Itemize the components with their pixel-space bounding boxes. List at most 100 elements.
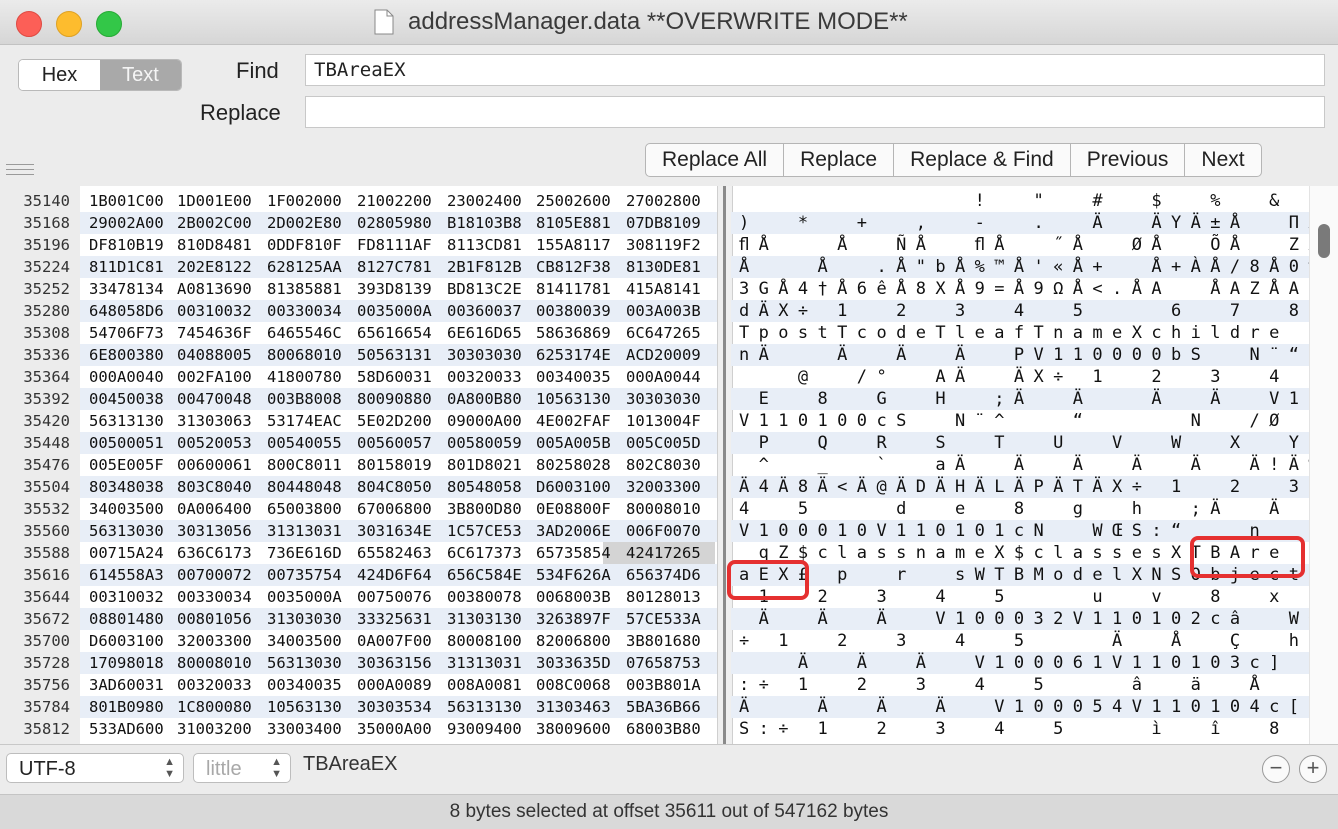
hex-cell[interactable]: 81385881 [267, 278, 342, 300]
hex-cell[interactable]: 0A007F00 [357, 630, 432, 652]
encoding-select[interactable]: UTF-8 ▲ ▼ [6, 753, 184, 783]
hex-cell[interactable]: 393D8139 [357, 278, 432, 300]
hex-cell[interactable]: 6E800380 [89, 344, 164, 366]
hex-row[interactable]: 648058D6 00310032 00330034 0035000A 00360037… [80, 300, 717, 322]
hex-cell[interactable]: 02805980 [357, 212, 432, 234]
hex-cell[interactable]: 3AD2006E [536, 520, 611, 542]
hex-cell[interactable]: CB812F38 [536, 256, 611, 278]
hex-cell[interactable]: 533AD600 [89, 718, 164, 740]
hex-cell[interactable]: 614558A3 [89, 564, 164, 586]
hex-cell[interactable]: 4E002FAF [536, 410, 611, 432]
hex-cell[interactable]: 38009600 [536, 718, 611, 740]
hex-cell[interactable]: 424D6F64 [357, 564, 432, 586]
text-cell[interactable]: ÷ 1 2 3 4 5 Ä Å Ç h ;Ä [739, 630, 1338, 652]
hex-cell[interactable]: 656374D6 [626, 564, 701, 586]
hex-row[interactable]: 801B0980 1C800080 10563130 30303534 56313130… [80, 696, 717, 718]
scroll-thumb[interactable] [1318, 224, 1330, 258]
hex-cell[interactable]: 00750076 [357, 586, 432, 608]
hex-row[interactable]: 33478134 A0813690 81385881 393D8139 BD813C2E… [80, 278, 717, 300]
hex-row[interactable]: 000A0040 002FA100 41800780 58D60031 00320033… [80, 366, 717, 388]
hex-cell[interactable]: 636C6173 [177, 542, 252, 564]
hex-row[interactable]: 614558A3 00700072 00735754 424D6F64 656C584E… [80, 564, 717, 586]
hex-cell[interactable]: FD8111AF [357, 234, 432, 256]
hex-row[interactable]: 00715A24 636C6173 736E616D 65582463 6C617373… [80, 542, 717, 564]
hex-row[interactable]: D6003100 32003300 34003500 0A007F00 80008100… [80, 630, 717, 652]
text-cell[interactable]: dÄX÷ 1 2 3 4 5 6 7 8 9 : ; [739, 300, 1338, 322]
hex-cell[interactable]: 8127C781 [357, 256, 432, 278]
hex-cell[interactable]: 811D1C81 [89, 256, 164, 278]
hex-cell[interactable]: 3B800D80 [447, 498, 522, 520]
text-row[interactable]: 4 5 d e 8 g h ;Ä Ä Ä Ä [731, 498, 1309, 520]
hex-row[interactable]: 34003500 0A006400 65003800 67006800 3B800D80… [80, 498, 717, 520]
replace-and-find-button[interactable]: Replace & Find [894, 144, 1071, 176]
hex-cell[interactable]: 31313031 [267, 520, 342, 542]
hex-cell[interactable]: 82006800 [536, 630, 611, 652]
hex-cell[interactable]: 005E005F [89, 454, 164, 476]
hex-cell[interactable]: 803C8040 [177, 476, 252, 498]
text-row[interactable]: Ä Ä Ä V100032V110102câ WŒS: [731, 608, 1338, 630]
hex-cell[interactable]: 0068003B [536, 586, 611, 608]
text-cell[interactable]: S:÷ 1 2 3 4 5 ì î 8 ñ h ;Ä [739, 718, 1338, 740]
text-row[interactable]: Ä Ä Ä V100061V110103c] eáS [731, 652, 1338, 674]
hex-cell[interactable]: 00310032 [89, 586, 164, 608]
hex-cell[interactable]: 804C8050 [357, 476, 432, 498]
hex-cell[interactable]: 80448048 [267, 476, 342, 498]
hex-cell[interactable]: 800C8011 [267, 454, 342, 476]
text-cell[interactable]: Ä4Ä8Ä<Ä@ÄDÄHÄLÄPÄTÄX÷ 1 2 3 [739, 476, 1308, 498]
hex-cell[interactable]: 648058D6 [89, 300, 164, 322]
hex-cell[interactable]: 65003800 [267, 498, 342, 520]
hex-cell[interactable]: 80090880 [357, 388, 432, 410]
text-cell[interactable]: TpostTcodeTleafTnameXchildre [739, 322, 1289, 344]
hex-row[interactable]: 54706F73 7454636F 6465546C 65616654 6E616D65… [80, 322, 717, 344]
hex-cell[interactable]: 8130DE81 [626, 256, 701, 278]
hex-cell[interactable]: 00330034 [177, 586, 252, 608]
hex-cell[interactable]: 1013004F [626, 410, 701, 432]
hex-cell[interactable]: 00360037 [447, 300, 522, 322]
hex-cell[interactable]: 00560057 [357, 432, 432, 454]
hex-cell[interactable]: 8113CD81 [447, 234, 522, 256]
hex-cell[interactable]: 003B8008 [267, 388, 342, 410]
hex-cell[interactable]: 6465546C [267, 322, 342, 344]
hex-cell[interactable]: 00330034 [267, 300, 342, 322]
hex-cell[interactable]: 32003300 [177, 630, 252, 652]
hex-cell[interactable]: 656C584E [447, 564, 522, 586]
text-row[interactable]: ^ _ ` aÄ Ä Ä Ä Ä Ä!Ä%Ä(Ä,Ä0 [731, 454, 1338, 476]
hex-cell[interactable]: 07658753 [626, 652, 701, 674]
hex-cell[interactable]: 003B801A [626, 674, 701, 696]
hex-cell[interactable]: 10563130 [536, 388, 611, 410]
hex-cell[interactable]: 04088005 [177, 344, 252, 366]
hex-row[interactable]: 00500051 00520053 00540055 00560057 00580059… [80, 432, 717, 454]
hex-cell[interactable]: 005C005D [626, 432, 701, 454]
hex-cell[interactable]: 34003500 [89, 498, 164, 520]
text-column[interactable]: ! " # $ % & ' () * + , - . Ä ÄYÄ±Å ΠÅ ËÅ… [731, 186, 1338, 744]
hex-cell[interactable]: 155A8117 [536, 234, 611, 256]
hex-cell[interactable]: D6003100 [536, 476, 611, 498]
hex-cell[interactable]: 21002200 [357, 190, 432, 212]
text-cell[interactable]: ) * + , - . Ä ÄYÄ±Å ΠÅ ËÅ €Å [739, 212, 1338, 234]
hex-cell[interactable]: D6003100 [89, 630, 164, 652]
hex-cell[interactable]: 00380078 [447, 586, 522, 608]
hex-cell[interactable]: 31303030 [267, 608, 342, 630]
text-row[interactable]: nÄ Ä Ä Ä PV110000bS N¨“ [731, 344, 1309, 366]
hex-cell[interactable]: 00801056 [177, 608, 252, 630]
text-cell[interactable]: Ä Ä Ä Ä V100054V110104c[£kf [739, 696, 1338, 718]
find-input[interactable]: TBAreaEX [305, 54, 1325, 86]
hex-cell[interactable]: 31303130 [447, 608, 522, 630]
hex-cell[interactable]: 29002A00 [89, 212, 164, 234]
hex-cell[interactable]: 53174EAC [267, 410, 342, 432]
hex-cell[interactable]: 00380039 [536, 300, 611, 322]
hex-cell[interactable]: 415A8141 [626, 278, 701, 300]
text-row[interactable]: @ /° AÄ ÄX÷ 1 2 3 4 5 D [731, 366, 1338, 388]
hex-row[interactable]: 17098018 80008010 56313030 30363156 31313031… [80, 652, 717, 674]
hex-row[interactable]: 00310032 00330034 0035000A 00750076 00380078… [80, 586, 717, 608]
hex-cell[interactable]: 07DB8109 [626, 212, 701, 234]
hex-cell[interactable]: 81411781 [536, 278, 611, 300]
text-row[interactable]: :÷ 1 2 3 4 5 â ä Å å h ;Ä [731, 674, 1319, 696]
hex-cell[interactable]: 8105E881 [536, 212, 611, 234]
hex-cell[interactable]: 42417265 [626, 542, 701, 564]
hex-cell[interactable]: 6E616D65 [447, 322, 522, 344]
hex-cell[interactable]: 534F626A [536, 564, 611, 586]
hex-cell[interactable]: 7454636F [177, 322, 252, 344]
hex-cell[interactable]: 628125AA [267, 256, 342, 278]
text-cell[interactable]: V110100cS N¨^ “ N /Ø O [739, 410, 1338, 432]
